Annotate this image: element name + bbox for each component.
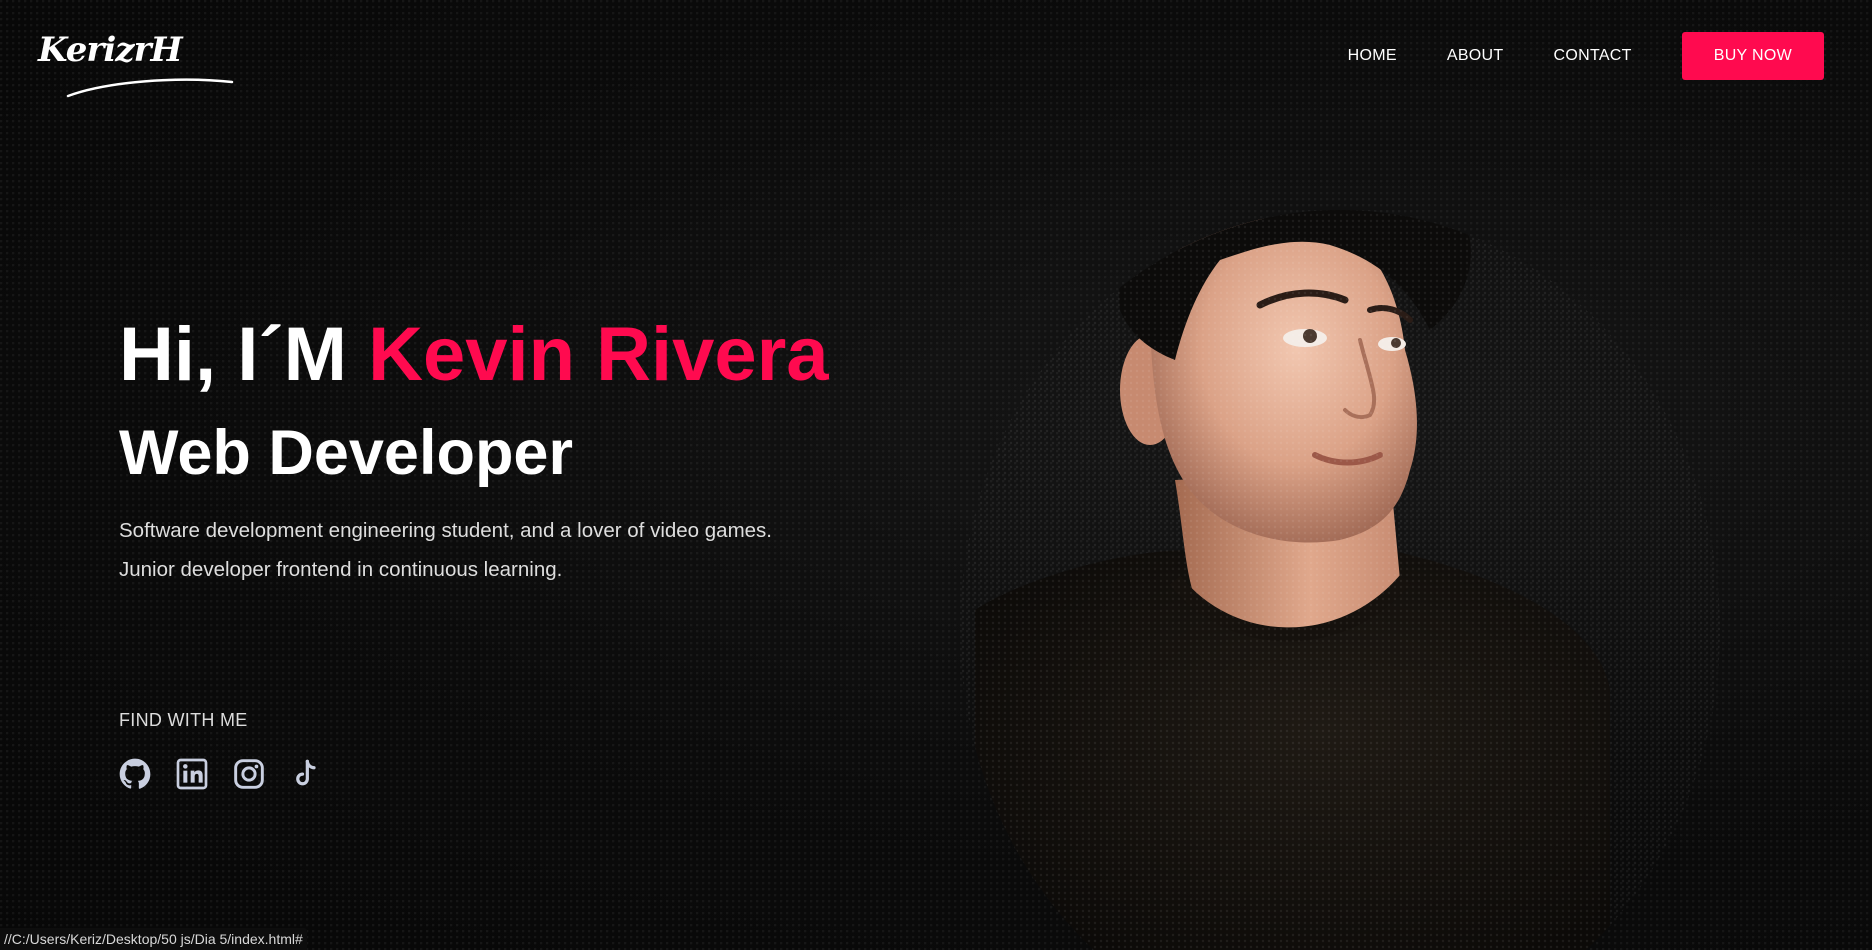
logo[interactable]: KerizrH <box>38 30 234 100</box>
github-icon[interactable] <box>119 758 151 790</box>
page: KerizrH HOME ABOUT CONTACT BUY NOW Hi, I… <box>0 0 1872 950</box>
nav-home[interactable]: HOME <box>1348 47 1397 65</box>
hero-role: Web Developer <box>119 418 573 488</box>
social-links <box>119 758 347 790</box>
instagram-icon[interactable] <box>233 758 265 790</box>
buy-now-button[interactable]: BUY NOW <box>1681 32 1824 80</box>
greeting-prefix: Hi, I´M <box>119 312 369 397</box>
description-line-2: Junior developer frontend in continuous … <box>119 558 563 581</box>
main-nav: HOME ABOUT CONTACT BUY NOW <box>1348 32 1824 80</box>
status-bar-url: //C:/Users/Keriz/Desktop/50 js/Dia 5/ind… <box>0 928 307 950</box>
hero-description: Software development engineering student… <box>119 511 979 589</box>
tiktok-icon[interactable] <box>290 758 322 790</box>
profile-portrait <box>960 210 1720 950</box>
hero-greeting: Hi, I´M Kevin Rivera <box>119 305 979 405</box>
nav-contact[interactable]: CONTACT <box>1553 47 1631 65</box>
logo-swoosh <box>66 78 234 98</box>
find-with-me-label: FIND WITH ME <box>119 710 248 730</box>
linkedin-icon[interactable] <box>176 758 208 790</box>
logo-text: KerizrH <box>38 30 183 70</box>
hero-section: Hi, I´M Kevin Rivera Web Developer Softw… <box>119 305 979 589</box>
greeting-name: Kevin Rivera <box>368 312 829 397</box>
nav-about[interactable]: ABOUT <box>1447 47 1504 65</box>
description-line-1: Software development engineering student… <box>119 519 772 542</box>
